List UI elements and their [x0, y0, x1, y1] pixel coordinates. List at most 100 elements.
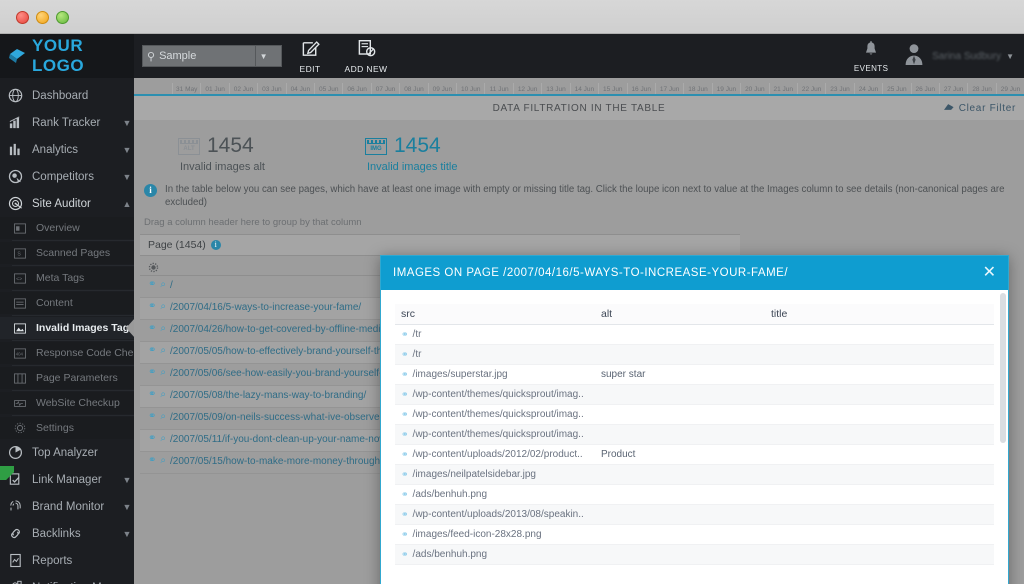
- chain-icon[interactable]: ⚭: [148, 323, 156, 334]
- cell-src[interactable]: ⚭/wp-content/uploads/2012/02/product..: [395, 444, 595, 465]
- column-header-alt[interactable]: alt: [595, 304, 765, 325]
- chain-icon[interactable]: ⚭: [401, 509, 409, 519]
- sidebar-item-brand-monitor[interactable]: Brand Monitor ▼: [0, 493, 134, 520]
- sidebar-item-backlinks[interactable]: Backlinks ▼: [0, 520, 134, 547]
- cell-src[interactable]: ⚭/images/neilpatelsidebar.jpg: [395, 464, 595, 485]
- modal-scrollbar-thumb[interactable]: [1000, 293, 1006, 443]
- sidebar-item-content[interactable]: Content: [0, 292, 134, 314]
- page-url[interactable]: /2007/05/08/the-lazy-mans-way-to-brandin…: [170, 389, 366, 402]
- chain-icon[interactable]: ⚭: [401, 409, 409, 419]
- sidebar-item-site-auditor[interactable]: Site Auditor ▲: [0, 190, 134, 217]
- chain-icon[interactable]: ⚭: [401, 549, 409, 559]
- info-icon[interactable]: i: [210, 240, 221, 250]
- magnifier-icon[interactable]: ⌕: [160, 279, 166, 290]
- table-row[interactable]: ⚭/tr: [395, 344, 994, 365]
- page-url[interactable]: /2007/04/16/5-ways-to-increase-your-fame…: [170, 301, 361, 314]
- magnifier-icon[interactable]: ⌕: [160, 433, 166, 444]
- chevron-down-icon[interactable]: ▼: [120, 475, 134, 485]
- table-row[interactable]: ⚭/wp-content/themes/quicksprout/imag..: [395, 384, 994, 405]
- sidebar-item-dashboard[interactable]: Dashboard: [0, 82, 134, 109]
- cell-src[interactable]: ⚭/wp-content/themes/quicksprout/imag..: [395, 424, 595, 445]
- sidebar-item-analytics[interactable]: Analytics ▼: [0, 136, 134, 163]
- table-row[interactable]: ⚭/wp-content/themes/quicksprout/imag..: [395, 404, 994, 425]
- sidebar-item-overview[interactable]: Overview: [0, 217, 134, 239]
- project-search-box[interactable]: ⚲ ▼: [142, 45, 282, 67]
- sidebar-item-scanned-pages[interactable]: S Scanned Pages: [0, 242, 134, 264]
- sidebar-item-settings[interactable]: Settings: [0, 417, 134, 439]
- sidebar-item-top-analyzer[interactable]: Top Analyzer: [0, 439, 134, 466]
- chevron-down-icon[interactable]: ▼: [120, 172, 134, 182]
- sidebar-item-invalid-images-tags[interactable]: Invalid Images Tags: [0, 317, 134, 339]
- chevron-down-icon[interactable]: ▼: [255, 46, 271, 66]
- window-minimize-button[interactable]: [36, 11, 49, 24]
- chevron-down-icon[interactable]: ▼: [120, 118, 134, 128]
- table-row[interactable]: ⚭/images/feed-icon-28x28.png: [395, 524, 994, 545]
- events-button[interactable]: EVENTS: [841, 34, 901, 78]
- chain-icon[interactable]: ⚭: [401, 349, 409, 359]
- chevron-up-icon[interactable]: ▲: [120, 199, 134, 209]
- column-header-src[interactable]: src: [395, 304, 595, 325]
- table-row[interactable]: ⚭/images/superstar.jpg super star: [395, 364, 994, 385]
- table-row[interactable]: ⚭/wp-content/uploads/2012/02/product.. Pr…: [395, 444, 994, 465]
- table-row[interactable]: ⚭/ads/benhuh.png: [395, 544, 994, 565]
- magnifier-icon[interactable]: ⌕: [160, 323, 166, 334]
- window-zoom-button[interactable]: [56, 11, 69, 24]
- chain-icon[interactable]: ⚭: [148, 367, 156, 378]
- chain-icon[interactable]: ⚭: [401, 429, 409, 439]
- close-icon[interactable]: ✕: [983, 265, 996, 281]
- chain-icon[interactable]: ⚭: [148, 389, 156, 400]
- user-menu[interactable]: Sarina Sudbury ▼: [901, 41, 1024, 72]
- cell-src[interactable]: ⚭/wp-content/uploads/2013/08/speakin..: [395, 504, 595, 525]
- sidebar-item-rank-tracker[interactable]: Rank Tracker ▼: [0, 109, 134, 136]
- clear-filter-button[interactable]: Clear Filter: [943, 96, 1016, 120]
- chain-icon[interactable]: ⚭: [148, 279, 156, 290]
- add-new-button[interactable]: ADD NEW: [338, 34, 394, 78]
- magnifier-icon[interactable]: ⌕: [160, 389, 166, 400]
- chevron-down-icon[interactable]: ▼: [120, 529, 134, 539]
- table-row[interactable]: ⚭/ads/benhuh.png: [395, 484, 994, 505]
- edit-button[interactable]: EDIT: [282, 34, 338, 78]
- brand-logo[interactable]: YOUR LOGO: [0, 34, 134, 78]
- column-header-title[interactable]: title: [765, 304, 994, 325]
- sidebar-item-page-parameters[interactable]: Page Parameters: [0, 367, 134, 389]
- page-table-header[interactable]: Page (1454) i: [140, 234, 740, 256]
- magnifier-icon[interactable]: ⌕: [160, 345, 166, 356]
- sidebar-item-website-checkup[interactable]: WebSite Checkup: [0, 392, 134, 414]
- cell-src[interactable]: ⚭/ads/benhuh.png: [395, 484, 595, 505]
- stat-invalid-images-alt[interactable]: ALT 1454 Invalid images alt: [178, 134, 265, 173]
- chain-icon[interactable]: ⚭: [401, 469, 409, 479]
- group-by-hint[interactable]: Drag a column header here to group by th…: [134, 209, 1024, 234]
- magnifier-icon[interactable]: ⌕: [160, 455, 166, 466]
- chain-icon[interactable]: ⚭: [401, 329, 409, 339]
- magnifier-icon[interactable]: ⌕: [160, 301, 166, 312]
- magnifier-icon[interactable]: ⌕: [160, 411, 166, 422]
- cell-src[interactable]: ⚭/tr: [395, 344, 595, 365]
- cell-src[interactable]: ⚭/images/superstar.jpg: [395, 364, 595, 385]
- sidebar-item-meta-tags[interactable]: <> Meta Tags: [0, 267, 134, 289]
- sidebar-item-reports[interactable]: Reports: [0, 547, 134, 574]
- chain-icon[interactable]: ⚭: [148, 433, 156, 444]
- chain-icon[interactable]: ⚭: [148, 411, 156, 422]
- sidebar-item-link-manager[interactable]: Link Manager ▼: [0, 466, 134, 493]
- cell-src[interactable]: ⚭/tr: [395, 324, 595, 345]
- gear-icon[interactable]: [148, 260, 159, 273]
- search-input[interactable]: [159, 50, 256, 62]
- window-close-button[interactable]: [16, 11, 29, 24]
- chain-icon[interactable]: ⚭: [401, 389, 409, 399]
- magnifier-icon[interactable]: ⌕: [160, 367, 166, 378]
- sidebar-item-notification-manager[interactable]: Notification Manager: [0, 574, 134, 584]
- chain-icon[interactable]: ⚭: [401, 529, 409, 539]
- chain-icon[interactable]: ⚭: [401, 449, 409, 459]
- sidebar-item-response-code-checker[interactable]: 404 Response Code Checker: [0, 342, 134, 364]
- cell-src[interactable]: ⚭/images/feed-icon-28x28.png: [395, 524, 595, 545]
- chain-icon[interactable]: ⚭: [148, 301, 156, 312]
- chain-icon[interactable]: ⚭: [148, 455, 156, 466]
- sidebar-item-competitors[interactable]: Competitors ▼: [0, 163, 134, 190]
- cell-src[interactable]: ⚭/wp-content/themes/quicksprout/imag..: [395, 384, 595, 405]
- stat-invalid-images-title[interactable]: IMG 1454 Invalid images title: [365, 134, 458, 173]
- table-row[interactable]: ⚭/tr: [395, 324, 994, 345]
- table-row[interactable]: ⚭/images/neilpatelsidebar.jpg: [395, 464, 994, 485]
- cell-src[interactable]: ⚭/wp-content/themes/quicksprout/imag..: [395, 404, 595, 425]
- cell-src[interactable]: ⚭/ads/benhuh.png: [395, 544, 595, 565]
- chain-icon[interactable]: ⚭: [401, 489, 409, 499]
